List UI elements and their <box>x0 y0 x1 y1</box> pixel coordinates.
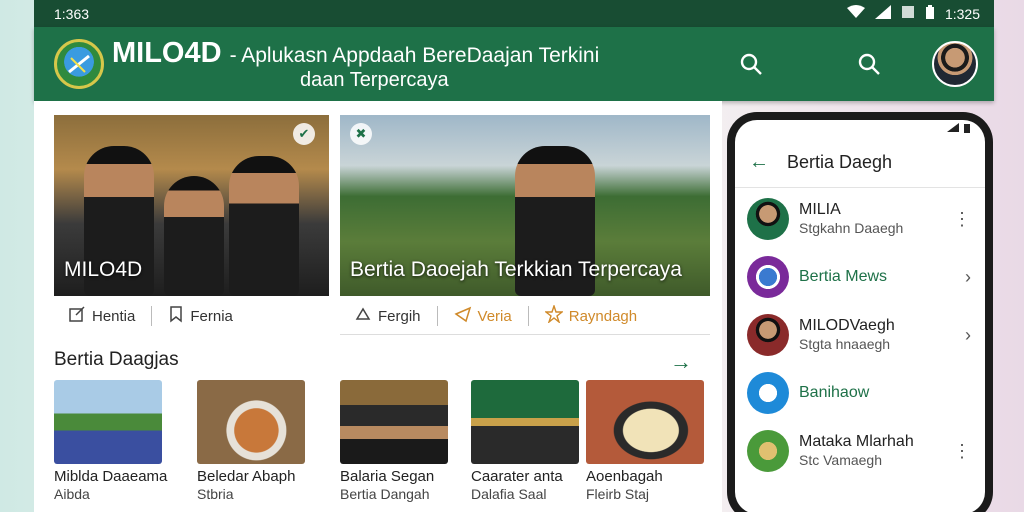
tagline-line1: - Aplukasn Appdaah BereDaajan Terkini <box>229 43 600 67</box>
thumbnail-image <box>586 380 704 464</box>
main-content: ✔ MILO4D ✖ Bertia Daoejah Terkkian Terpe… <box>34 101 722 512</box>
status-time-right: 1:325 <box>944 5 980 22</box>
chevron-right-icon[interactable]: › <box>965 267 971 288</box>
hero-left-caption: MILO4D <box>64 258 143 281</box>
phone-title: Bertia Daegh <box>787 152 893 172</box>
wifi-icon <box>846 5 865 22</box>
hero-card-left[interactable]: ✔ MILO4D <box>54 115 329 296</box>
chat-item[interactable]: Banihaow <box>735 364 985 422</box>
thumbnail-image <box>54 380 162 464</box>
divider <box>151 306 153 326</box>
hero-right-caption: Bertia Daoejah Terkkian Terpercaya <box>350 258 682 281</box>
chat-item[interactable]: MILIA Stgkahn Daaegh ⋮ <box>735 190 985 248</box>
action-veria[interactable]: Veria <box>453 305 512 327</box>
battery-icon <box>963 123 971 136</box>
avatar <box>747 372 789 414</box>
thumbnail-image <box>340 380 448 464</box>
chat-item[interactable]: Bertia Mews › <box>735 248 985 306</box>
action-row-right: Fergih Veria Rayndagh <box>354 301 637 331</box>
divider <box>436 306 438 326</box>
phone-screen: ← Bertia Daegh MILIA Stgkahn Daaegh ⋮ Be… <box>735 120 985 512</box>
thumbnail-card[interactable]: Miblda Daaeama Aibda <box>54 380 167 502</box>
phone-mockup: ← Bertia Daegh MILIA Stgkahn Daaegh ⋮ Be… <box>727 112 993 512</box>
app-logo[interactable] <box>54 39 104 89</box>
thumbnail-image <box>471 380 579 464</box>
avatar <box>747 430 789 472</box>
chat-item[interactable]: MILODVaegh Stgta hnaaegh › <box>735 306 985 364</box>
divider <box>340 334 710 335</box>
search-secondary-icon[interactable] <box>854 49 884 79</box>
chat-item[interactable]: Mataka Mlarhah Stc Vamaegh ⋮ <box>735 422 985 480</box>
star-icon <box>543 303 564 327</box>
hero-card-right[interactable]: ✖ Bertia Daoejah Terkkian Terpercaya <box>340 115 710 296</box>
action-rayndagh[interactable]: Rayndagh <box>543 303 637 327</box>
divider <box>527 306 529 326</box>
app-bar: MILO4D - Aplukasn Appdaah BereDaajan Ter… <box>34 27 994 101</box>
action-row-left: Hentia Fernia <box>68 301 233 331</box>
section-title: Bertia Daagjas <box>54 349 179 370</box>
thumbnail-image <box>197 380 305 464</box>
thumbnail-card[interactable]: Balaria Segan Bertia Dangah <box>340 380 448 502</box>
back-arrow-icon[interactable]: ← <box>749 151 769 174</box>
chevron-right-icon[interactable]: › <box>965 325 971 346</box>
sim-icon <box>901 5 915 22</box>
arrow-right-icon[interactable]: → <box>670 349 692 375</box>
avatar <box>747 256 789 298</box>
profile-avatar[interactable] <box>932 41 978 87</box>
thumbnail-card[interactable]: Caarater anta Dalafia Saal <box>471 380 579 502</box>
bookmark-icon <box>168 305 184 327</box>
share-hero-icon: ✖ <box>350 123 372 145</box>
brand-name: MILO4D <box>112 36 222 69</box>
action-fergih[interactable]: Fergih <box>354 305 421 327</box>
phone-header: ← Bertia Daegh <box>735 138 985 188</box>
avatar <box>747 314 789 356</box>
action-hentia[interactable]: Hentia <box>68 305 135 327</box>
action-fernia[interactable]: Fernia <box>168 305 233 327</box>
thumbnail-card[interactable]: Aoenbagah Fleirb Staj <box>586 380 704 502</box>
more-vert-icon[interactable]: ⋮ <box>953 209 971 230</box>
signal-icon <box>874 5 891 22</box>
status-bar: 1:363 1:325 <box>34 0 994 27</box>
tagline-line2: daan Terpercaya <box>300 68 449 91</box>
app-title: MILO4D - Aplukasn Appdaah BereDaajan Ter… <box>112 36 600 91</box>
search-icon[interactable] <box>736 49 766 79</box>
verified-badge-icon: ✔ <box>293 123 315 145</box>
phone-status-bar <box>735 120 985 138</box>
pin-icon <box>354 305 372 327</box>
share-icon <box>453 305 472 327</box>
thumbnail-card[interactable]: Beledar Abaph Stbria <box>197 380 305 502</box>
signal-icon <box>947 123 959 135</box>
avatar <box>747 198 789 240</box>
status-time-left: 1:363 <box>54 5 90 22</box>
logo-emblem-icon <box>68 54 90 74</box>
edit-icon <box>68 305 86 327</box>
battery-icon <box>925 5 935 22</box>
more-vert-icon[interactable]: ⋮ <box>953 441 971 462</box>
